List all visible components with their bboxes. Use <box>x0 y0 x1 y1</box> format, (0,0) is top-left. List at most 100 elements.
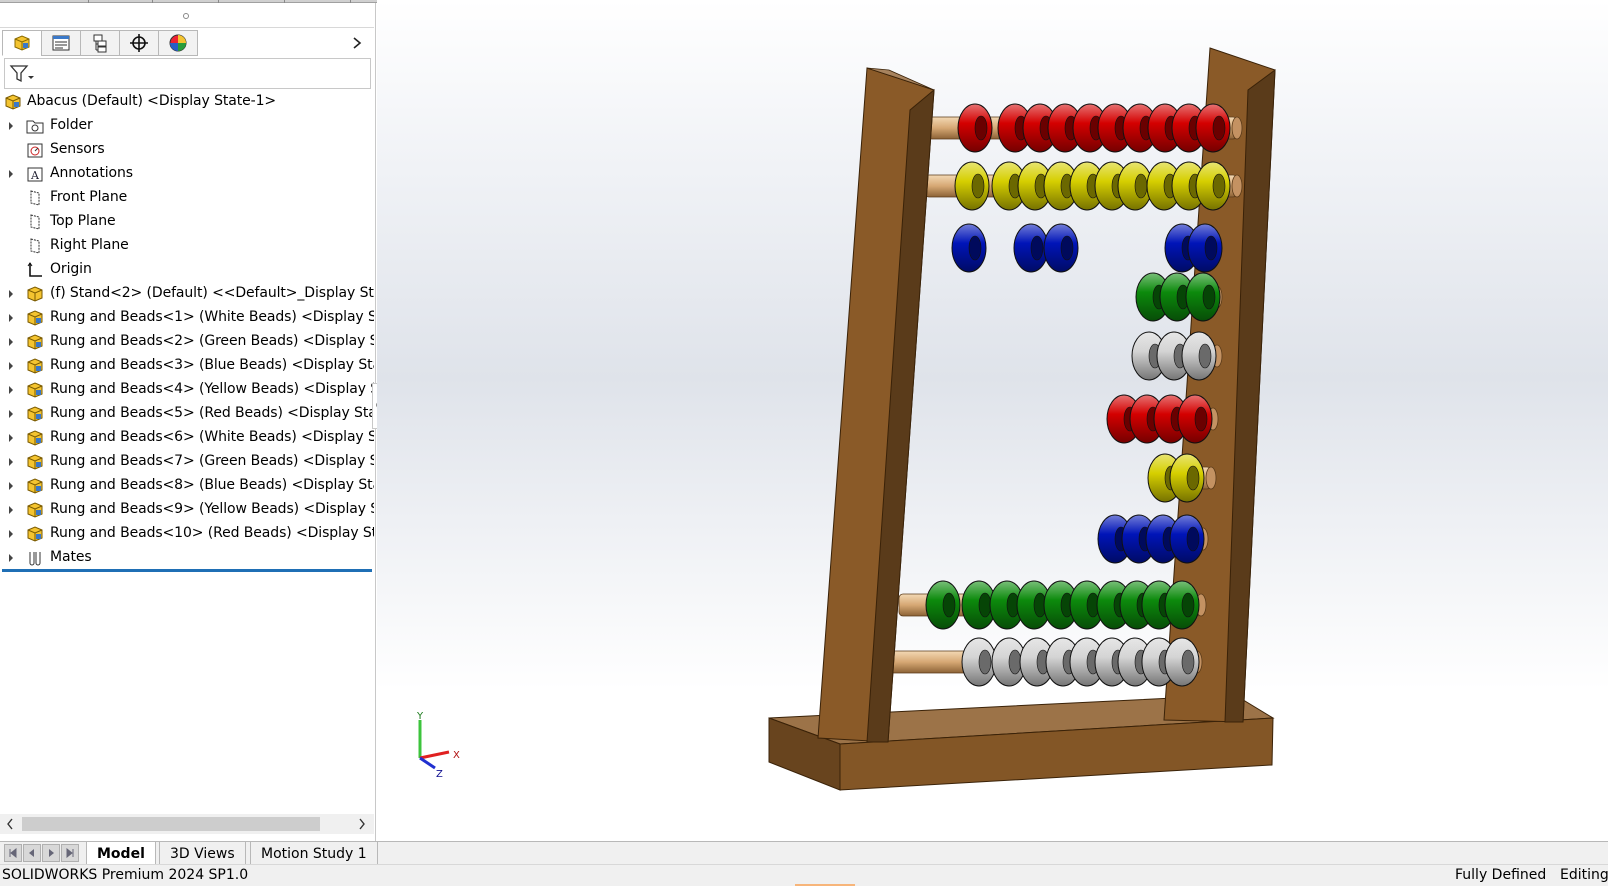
bead[interactable] <box>1169 453 1205 503</box>
tree-item[interactable]: Rung and Beads<7> (Green Beads) <Display… <box>0 450 374 474</box>
tree-item[interactable]: Front Plane <box>0 186 374 210</box>
property-manager-icon <box>52 35 70 51</box>
scroll-right-button[interactable] <box>354 816 370 832</box>
tree-item-label: Rung and Beads<7> (Green Beads) <Display… <box>50 453 374 469</box>
propertymanager-tab[interactable] <box>41 30 81 56</box>
tree-item[interactable]: Sensors <box>0 138 374 162</box>
dimxpertmanager-tab[interactable] <box>119 30 159 56</box>
expand-arrow-icon[interactable] <box>6 169 16 179</box>
expand-arrow-icon[interactable] <box>6 529 16 539</box>
tree-root-assembly[interactable]: Abacus (Default) <Display State-1> <box>0 90 374 114</box>
bead[interactable] <box>1187 223 1223 273</box>
expand-arrow-icon[interactable] <box>6 385 16 395</box>
expand-arrow-icon[interactable] <box>6 289 16 299</box>
tree-item[interactable]: Rung and Beads<6> (White Beads) <Display… <box>0 426 374 450</box>
tree-item-label: (f) Stand<2> (Default) <<Default>_Displa… <box>50 285 374 301</box>
tree-item-label: Rung and Beads<5> (Red Beads) <Display S… <box>50 405 374 421</box>
triad-x-label: X <box>453 750 460 761</box>
abacus-model[interactable]: Y X Z <box>377 0 1608 841</box>
configuration-manager-icon <box>93 34 107 53</box>
tree-item-label: Rung and Beads<2> (Green Beads) <Display… <box>50 333 374 349</box>
tree-item[interactable]: Top Plane <box>0 210 374 234</box>
horizontal-scrollbar[interactable] <box>0 814 374 834</box>
more-tabs-arrow[interactable] <box>350 33 364 53</box>
tree-item[interactable]: Right Plane <box>0 234 374 258</box>
bead[interactable] <box>1195 161 1231 211</box>
bead[interactable] <box>1013 223 1049 273</box>
tree-item[interactable]: Origin <box>0 258 374 282</box>
tree-item[interactable]: A Annotations <box>0 162 374 186</box>
abacus-beads[interactable] <box>925 103 1231 687</box>
folder-icon <box>26 120 44 134</box>
expand-arrow-icon[interactable] <box>6 457 16 467</box>
scrollbar-thumb[interactable] <box>22 817 320 831</box>
tree-item[interactable]: Rung and Beads<5> (Red Beads) <Display S… <box>0 402 374 426</box>
tree-item[interactable]: Mates <box>0 546 374 570</box>
chevron-right-icon <box>353 37 362 49</box>
tree-item-label: Rung and Beads<3> (Blue Beads) <Display … <box>50 357 374 373</box>
scroll-left-button[interactable] <box>2 816 18 832</box>
tab-motion-study-1[interactable]: Motion Study 1 <box>250 842 378 865</box>
bead[interactable] <box>957 103 993 153</box>
tree-item[interactable]: (f) Stand<2> (Default) <<Default>_Displa… <box>0 282 374 306</box>
bottom-tab-strip: Model 3D Views Motion Study 1 <box>0 841 1608 865</box>
expand-arrow-icon[interactable] <box>6 433 16 443</box>
next-tab-button[interactable] <box>42 844 60 862</box>
prev-tab-button[interactable] <box>23 844 41 862</box>
tree-item-label: Rung and Beads<8> (Blue Beads) <Display … <box>50 477 374 493</box>
assembly-icon <box>27 310 43 326</box>
tab-model[interactable]: Model <box>86 842 156 865</box>
expand-arrow-icon[interactable] <box>6 505 16 515</box>
assembly-icon <box>27 526 43 542</box>
bead[interactable] <box>1177 394 1213 444</box>
bead[interactable] <box>1164 580 1200 630</box>
expand-arrow-icon[interactable] <box>6 337 16 347</box>
expand-arrow-icon[interactable] <box>6 409 16 419</box>
assembly-icon <box>27 334 43 350</box>
bead[interactable] <box>1043 223 1079 273</box>
expand-arrow-icon[interactable] <box>6 121 16 131</box>
bead[interactable] <box>1164 637 1200 687</box>
expand-arrow-icon[interactable] <box>6 481 16 491</box>
bead[interactable] <box>925 580 961 630</box>
chevron-left-icon <box>7 818 13 830</box>
bead[interactable] <box>1185 272 1221 322</box>
tree-item[interactable]: Rung and Beads<9> (Yellow Beads) <Displa… <box>0 498 374 522</box>
assembly-icon <box>27 382 43 398</box>
graphics-area[interactable]: Y X Z <box>377 0 1608 841</box>
displaymanager-tab[interactable] <box>158 30 198 56</box>
rollback-bar[interactable] <box>2 569 372 572</box>
expand-arrow-icon[interactable] <box>6 313 16 323</box>
bead[interactable] <box>951 223 987 273</box>
abacus-front-post[interactable] <box>817 67 935 743</box>
bead[interactable] <box>1181 331 1217 381</box>
expand-arrow-icon[interactable] <box>6 361 16 371</box>
bead[interactable] <box>954 161 990 211</box>
last-tab-button[interactable] <box>61 844 79 862</box>
tree-item[interactable]: Folder <box>0 114 374 138</box>
assembly-icon <box>5 94 21 110</box>
tree-item-label: Top Plane <box>50 213 116 229</box>
first-tab-button[interactable] <box>4 844 22 862</box>
bead[interactable] <box>1169 514 1205 564</box>
tree-item-label: Rung and Beads<9> (Yellow Beads) <Displa… <box>50 501 374 517</box>
expand-arrow-icon[interactable] <box>6 553 16 563</box>
tab-3d-views[interactable]: 3D Views <box>159 842 246 865</box>
bead[interactable] <box>961 637 997 687</box>
tree-item[interactable]: Rung and Beads<1> (White Beads) <Display… <box>0 306 374 330</box>
tree-item[interactable]: Rung and Beads<3> (Blue Beads) <Display … <box>0 354 374 378</box>
tree-item[interactable]: Rung and Beads<10> (Red Beads) <Display … <box>0 522 374 546</box>
panel-grip[interactable] <box>0 4 374 28</box>
configurationmanager-tab[interactable] <box>80 30 120 56</box>
tree-item[interactable]: Rung and Beads<2> (Green Beads) <Display… <box>0 330 374 354</box>
chevron-right-icon <box>359 818 365 830</box>
featuremanager-tab[interactable] <box>2 30 42 56</box>
definition-status: Fully Defined <box>1455 867 1547 883</box>
bead[interactable] <box>1195 103 1231 153</box>
tree-item-label: Origin <box>50 261 92 277</box>
tree-filter-box[interactable] <box>4 58 371 89</box>
tree-item[interactable]: Rung and Beads<8> (Blue Beads) <Display … <box>0 474 374 498</box>
last-icon <box>66 848 74 858</box>
tree-item[interactable]: Rung and Beads<4> (Yellow Beads) <Displa… <box>0 378 374 402</box>
tree-item-label: Front Plane <box>50 189 128 205</box>
